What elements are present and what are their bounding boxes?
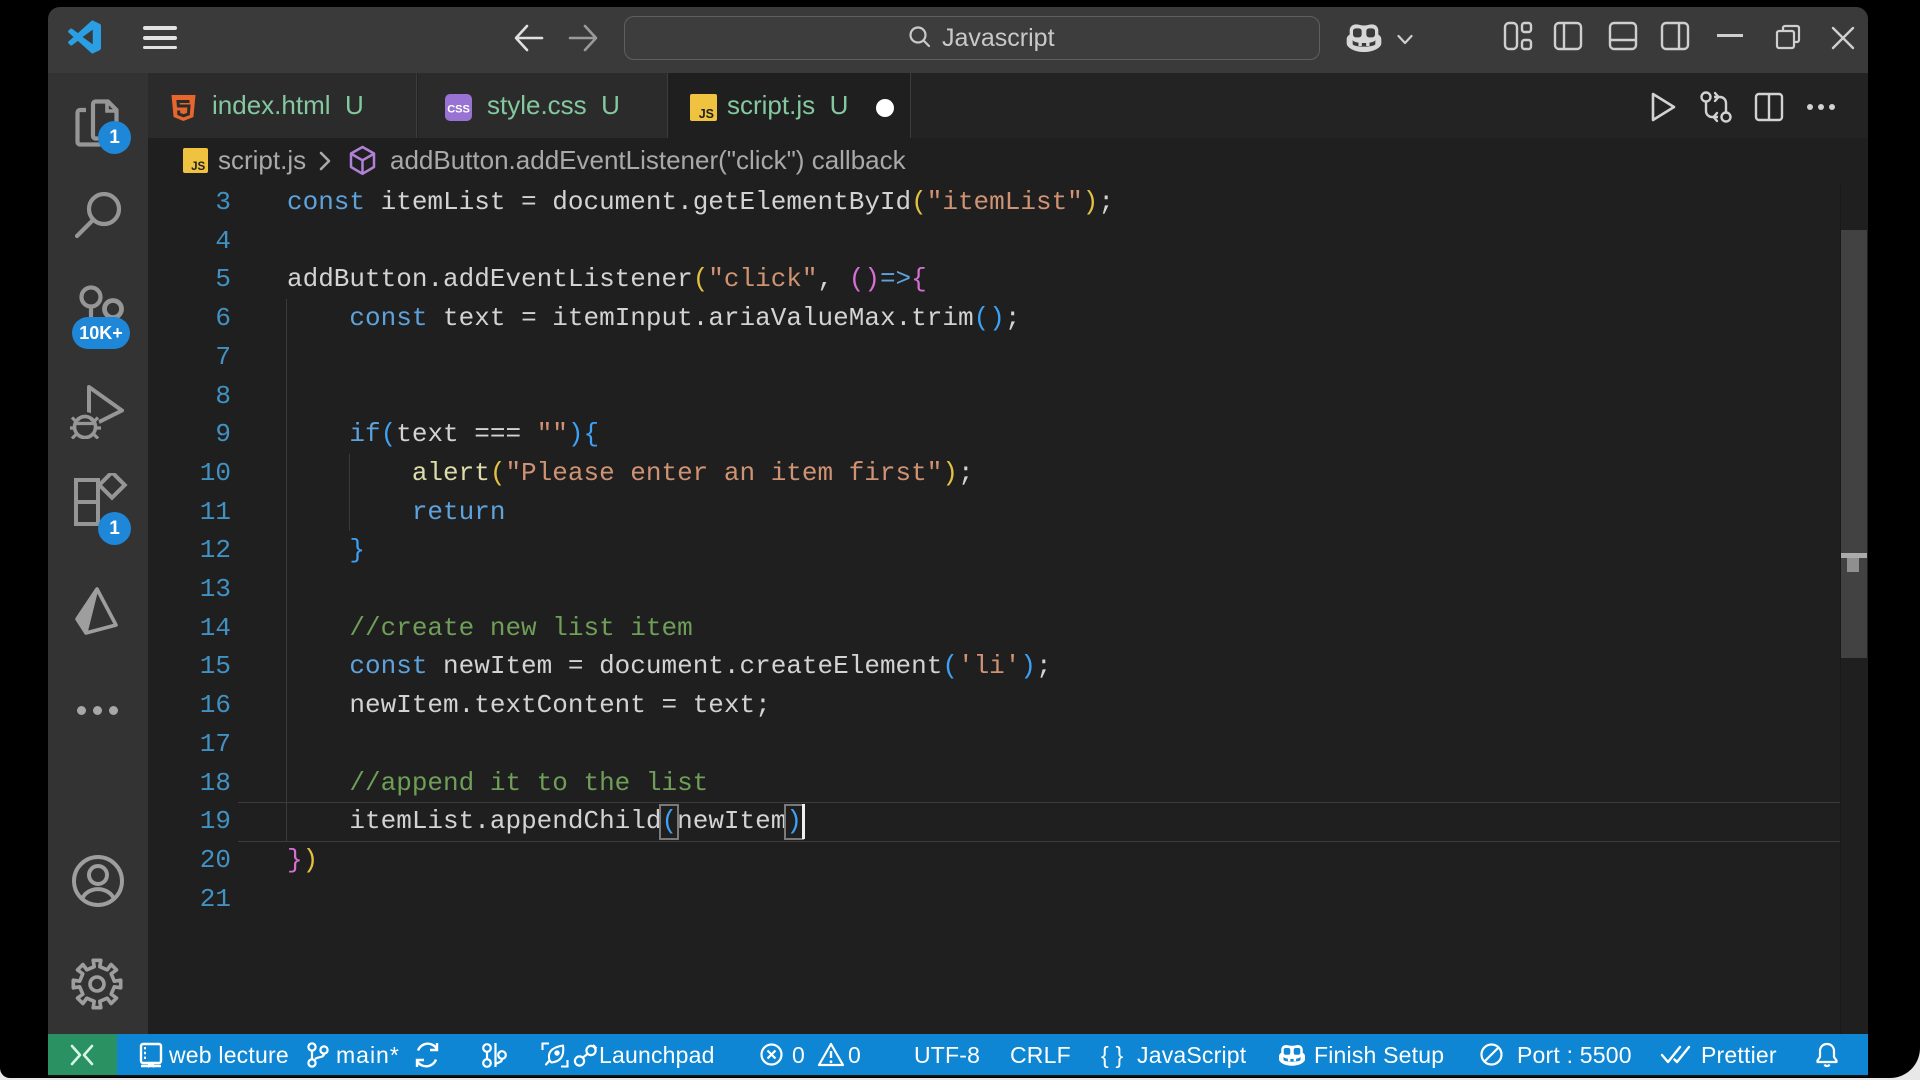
svg-text:CSS: CSS (447, 104, 470, 116)
svg-text:JS: JS (699, 107, 714, 121)
svg-text:JS: JS (191, 161, 205, 173)
